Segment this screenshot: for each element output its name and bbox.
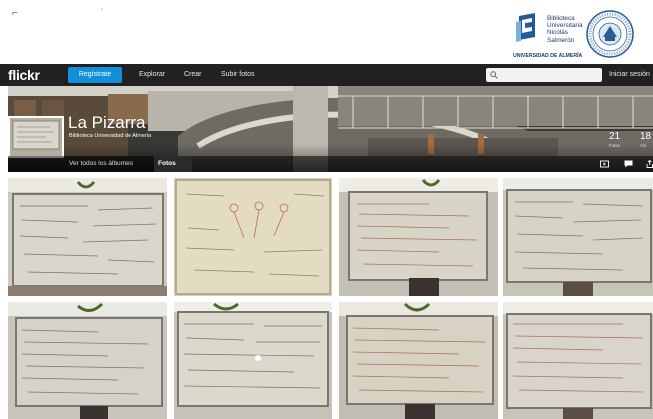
tab-all-albums[interactable]: Ver todos los álbumes	[69, 160, 133, 167]
slideshow-icon[interactable]	[600, 160, 609, 168]
university-name: UNIVERSIDAD DE ALMERÍA	[513, 53, 583, 59]
signin-link[interactable]: Iniciar sesión	[609, 71, 650, 78]
library-logo-icon	[516, 13, 535, 42]
register-button[interactable]: Regístrate	[68, 67, 122, 83]
top-marks: ⌐ ˙	[12, 8, 144, 19]
search-input[interactable]	[486, 68, 602, 82]
photo-count: 21	[609, 131, 621, 142]
album-title: La Pizarra	[68, 113, 146, 132]
share-icon[interactable]	[646, 160, 653, 168]
search-icon	[490, 71, 498, 79]
photo-tile[interactable]	[174, 178, 332, 296]
flickr-nav-bar: flickr Regístrate Explorar Crear Subir f…	[0, 64, 653, 86]
view-count: 18	[640, 131, 652, 142]
nav-upload-link[interactable]: Subir fotos	[221, 71, 254, 78]
photo-tile[interactable]	[8, 302, 167, 419]
tab-photos[interactable]: Fotos	[158, 160, 176, 167]
whiteboard-image	[8, 178, 167, 296]
album-owner[interactable]: Biblioteca Universidad de Almería	[69, 133, 151, 139]
library-logo-line: Universitaria	[547, 22, 583, 30]
whiteboard-image	[339, 178, 498, 296]
photo-tile[interactable]	[339, 302, 498, 419]
nav-create-link[interactable]: Crear	[184, 71, 202, 78]
whiteboard-image	[174, 302, 332, 419]
photo-tile[interactable]	[503, 178, 653, 296]
library-logo-line: Biblioteca	[547, 15, 575, 22]
album-cover-thumbnail[interactable]	[8, 116, 64, 158]
university-seal-icon	[586, 10, 634, 58]
whiteboard-image	[503, 178, 653, 296]
whiteboard-image	[503, 302, 653, 419]
whiteboard-image	[174, 178, 332, 296]
library-logo-text: Biblioteca Universitaria Nicolás Salmeró…	[547, 15, 583, 44]
photo-tile[interactable]	[339, 178, 498, 296]
whiteboard-image	[339, 302, 498, 419]
photo-count-label: Fotos	[609, 143, 621, 148]
album-hero: La Pizarra Biblioteca Universidad de Alm…	[8, 86, 653, 172]
library-logo: Biblioteca Universitaria Nicolás Salmeró…	[513, 8, 587, 60]
view-count-label: Vis	[640, 143, 647, 148]
album-tabs: Ver todos los álbumes Fotos	[8, 156, 653, 172]
photo-tile[interactable]	[8, 178, 167, 296]
photo-tile[interactable]	[174, 302, 332, 419]
library-logo-line: Nicolás	[547, 29, 568, 37]
library-logo-line: Salmerón	[547, 36, 575, 44]
whiteboard-image	[8, 302, 167, 419]
nav-explore-link[interactable]: Explorar	[139, 71, 165, 78]
photo-tile[interactable]	[503, 302, 653, 419]
comment-icon[interactable]	[624, 160, 633, 168]
institution-header: ⌐ ˙ Biblioteca Universitaria Nicolás Sal…	[0, 0, 653, 64]
flickr-logo[interactable]: flickr	[8, 67, 40, 83]
album-cover-image	[10, 118, 62, 156]
